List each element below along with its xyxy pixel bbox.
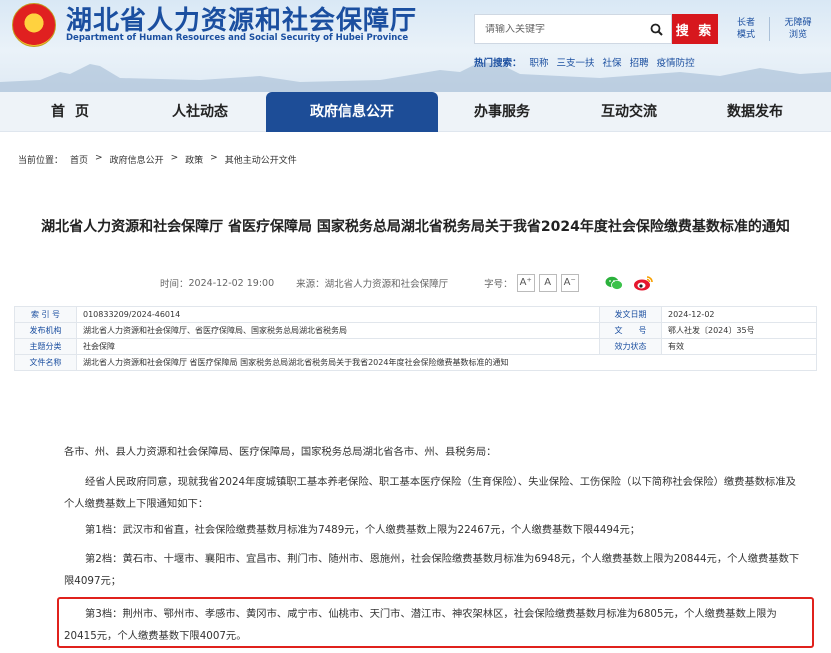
nav-gov-info[interactable]: 政府信息公开 [266, 92, 438, 132]
breadcrumb-separator: > [170, 153, 179, 163]
hot-search-item[interactable]: 职称 [530, 55, 549, 69]
date-label: 发文日期 [599, 306, 662, 323]
nav-hr-news[interactable]: 人社动态 [150, 92, 250, 132]
topic-value: 社会保障 [76, 338, 600, 355]
hot-search: 热门搜索： 职称 三支一扶 社保 招聘 疫情防控 [474, 55, 695, 69]
nav-data-release[interactable]: 数据发布 [705, 92, 805, 132]
breadcrumb-separator: > [95, 153, 103, 163]
body-paragraph-text: 经省人民政府同意，现就我省2024年度城镇职工基本养老保险、职工基本医疗保险（生… [64, 476, 796, 510]
body-paragraph: 第2档：黄石市、十堰市、襄阳市、宜昌市、荆门市、随州市、恩施州，社会保险缴费基数… [64, 548, 804, 592]
breadcrumb-item[interactable]: 首页 [70, 153, 88, 166]
wechat-share-icon[interactable] [605, 276, 623, 291]
elder-mode-button[interactable]: 长者 模式 [726, 14, 766, 44]
table-row: 文件名称 湖北省人力资源和社会保障厅 省医疗保障局 国家税务总局湖北省税务局关于… [14, 354, 817, 371]
validity-value: 有效 [661, 338, 817, 355]
breadcrumb: 当前位置： 首页 > 政府信息公开 > 政策 > 其他主动公开文件 [18, 153, 297, 166]
docno-label: 文 号 [599, 322, 662, 339]
hot-search-label: 热门搜索： [474, 58, 522, 69]
breadcrumb-item[interactable]: 政府信息公开 [110, 153, 164, 166]
breadcrumb-label: 当前位置： [18, 156, 64, 166]
search-box [474, 14, 672, 44]
validity-label: 效力状态 [599, 338, 662, 355]
site-subtitle: Department of Human Resources and Social… [66, 33, 409, 43]
font-size-medium-button[interactable]: A [538, 274, 557, 292]
main-nav: 首页 人社动态 政府信息公开 办事服务 互动交流 数据发布 [0, 92, 831, 132]
elder-mode-label-1: 长者 [736, 18, 755, 28]
index-label: 索 引 号 [14, 306, 77, 323]
national-emblem-logo [12, 3, 56, 47]
topic-label: 主题分类 [14, 338, 77, 355]
publish-time: 2024-12-02 19:00 [188, 277, 275, 289]
search-input[interactable] [475, 23, 645, 35]
article-meta: 时间： 2024-12-02 19:00 来源： 湖北省人力资源和社会保障厅 字… [160, 274, 653, 292]
table-row: 索 引 号 010833209/2024-46014 发文日期 2024-12-… [14, 306, 817, 323]
city-skyline-image [0, 62, 831, 92]
body-paragraph-text: 第2档：黄石市、十堰市、襄阳市、宜昌市、荆门市、随州市、恩施州，社会保险缴费基数… [64, 553, 800, 587]
hot-search-item[interactable]: 社保 [603, 55, 622, 69]
hot-search-item[interactable]: 疫情防控 [657, 55, 695, 69]
nav-home[interactable]: 首页 [35, 92, 115, 132]
date-value: 2024-12-02 [661, 306, 817, 323]
search-icon[interactable] [645, 18, 667, 40]
table-row: 发布机构 湖北省人力资源和社会保障厅、省医疗保障局、国家税务总局湖北省税务局 文… [14, 322, 817, 339]
index-value: 010833209/2024-46014 [76, 306, 600, 323]
breadcrumb-separator: > [210, 153, 218, 163]
body-paragraph-text: 第1档：武汉市和省直，社会保险缴费基数月标准为7489元，个人缴费基数上限为22… [85, 524, 641, 536]
table-row: 主题分类 社会保障 效力状态 有效 [14, 338, 817, 355]
elder-mode-label-2: 模式 [736, 30, 755, 40]
search-button[interactable]: 搜 索 [672, 14, 718, 44]
weibo-share-icon[interactable] [633, 275, 653, 291]
util-divider [769, 17, 770, 41]
body-greeting: 各市、州、县人力资源和社会保障局、医疗保障局，国家税务总局湖北省各市、州、县税务… [64, 446, 497, 458]
nav-interaction[interactable]: 互动交流 [579, 92, 679, 132]
issuer-value: 湖北省人力资源和社会保障厅、省医疗保障局、国家税务总局湖北省税务局 [76, 322, 600, 339]
time-label: 时间： [160, 279, 189, 290]
hot-search-item[interactable]: 招聘 [630, 55, 649, 69]
font-size-large-button[interactable]: A⁺ [516, 274, 535, 292]
highlight-box [57, 597, 814, 648]
font-size-small-button[interactable]: A⁻ [560, 274, 579, 292]
hot-search-item[interactable]: 三支一扶 [557, 55, 595, 69]
site-header: 湖北省人力资源和社会保障厅 Department of Human Resour… [0, 0, 831, 92]
article-source: 湖北省人力资源和社会保障厅 [324, 279, 449, 290]
filename-label: 文件名称 [14, 354, 77, 371]
source-label: 来源： [296, 279, 325, 290]
filename-value: 湖北省人力资源和社会保障厅 省医疗保障局 国家税务总局湖北省税务局关于我省202… [76, 354, 817, 371]
accessible-browse-button[interactable]: 无障碍 浏览 [776, 14, 820, 44]
issuer-label: 发布机构 [14, 322, 77, 339]
body-paragraph: 经省人民政府同意，现就我省2024年度城镇职工基本养老保险、职工基本医疗保险（生… [64, 471, 804, 515]
nav-services[interactable]: 办事服务 [452, 92, 552, 132]
accessible-label-2: 浏览 [788, 30, 807, 40]
site-title: 湖北省人力资源和社会保障厅 [66, 6, 418, 36]
font-size-label: 字号： [484, 279, 513, 290]
document-info-table: 索 引 号 010833209/2024-46014 发文日期 2024-12-… [14, 306, 817, 371]
article-title: 湖北省人力资源和社会保障厅 省医疗保障局 国家税务总局湖北省税务局关于我省202… [41, 219, 790, 235]
breadcrumb-item[interactable]: 政策 [185, 153, 203, 166]
accessible-label-1: 无障碍 [784, 18, 812, 28]
breadcrumb-item[interactable]: 其他主动公开文件 [225, 153, 297, 166]
docno-value: 鄂人社发〔2024〕35号 [661, 322, 817, 339]
body-paragraph: 第1档：武汉市和省直，社会保险缴费基数月标准为7489元，个人缴费基数上限为22… [64, 519, 804, 541]
